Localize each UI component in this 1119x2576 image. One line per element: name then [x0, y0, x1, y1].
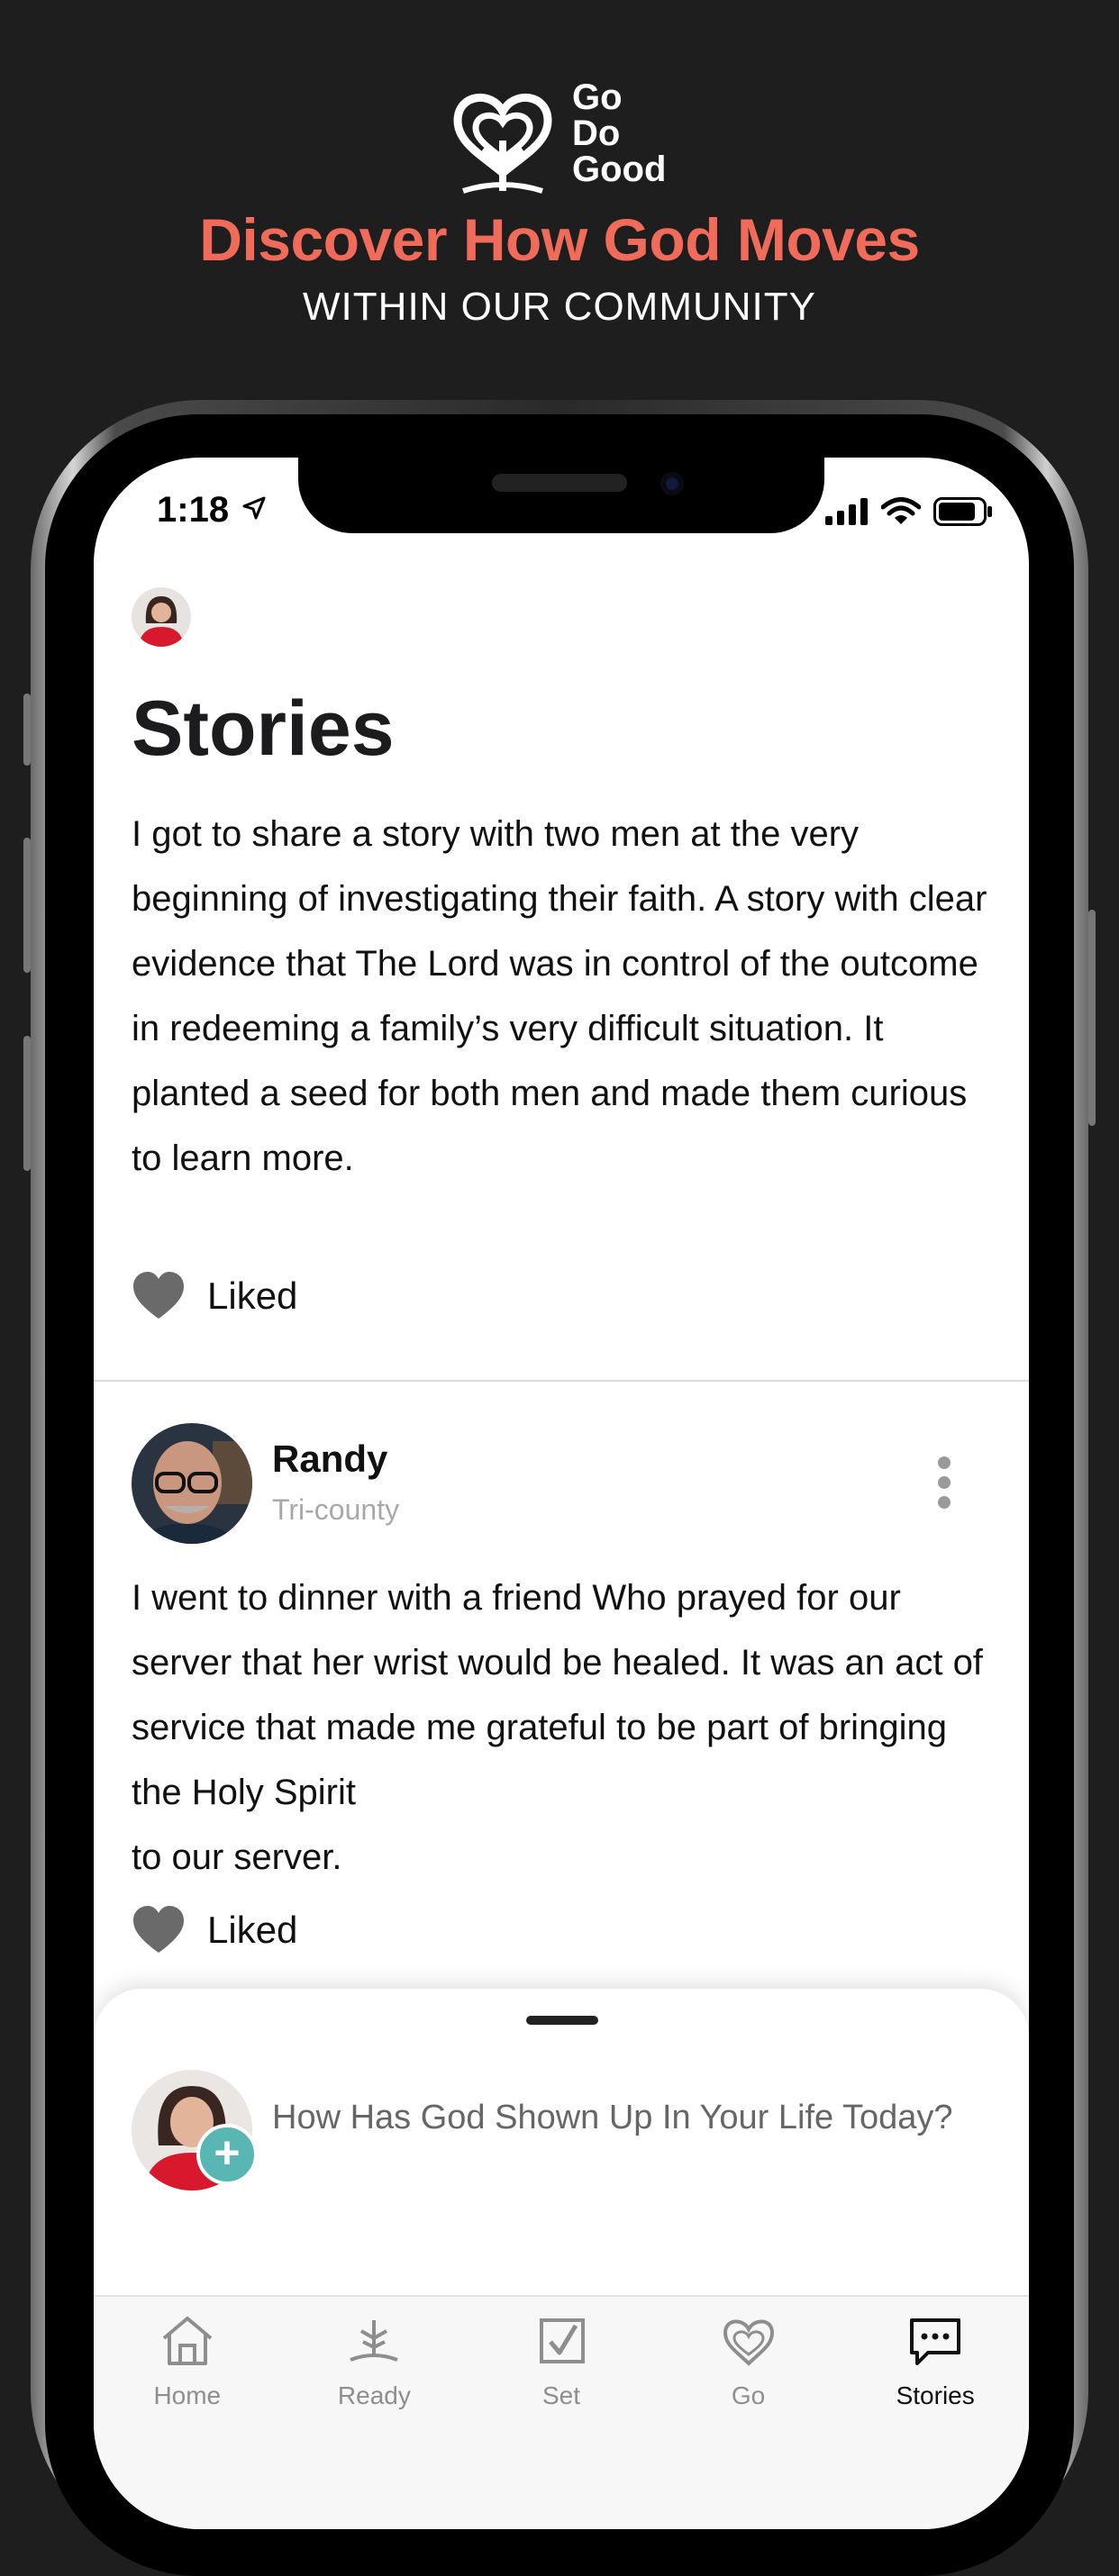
status-time-text: 1:18 [157, 490, 230, 530]
phone-side-button [23, 694, 31, 766]
author-avatar[interactable] [132, 1423, 252, 1544]
user-photo-icon [132, 587, 191, 647]
tab-home-label: Home [153, 2381, 222, 2409]
brand-wordmark: Go Do Good [572, 79, 666, 187]
phone-volume-up [23, 838, 31, 973]
tab-ready-label: Ready [337, 2381, 411, 2409]
notch-speaker [492, 474, 627, 492]
plus-icon: + [214, 2127, 241, 2178]
checkbox-icon [539, 2318, 585, 2363]
new-story-prompt[interactable]: How Has God Shown Up In Your Life Today? [272, 2099, 953, 2137]
user-photo-icon [132, 1423, 252, 1544]
status-icons [825, 497, 993, 526]
notch-camera [660, 472, 684, 495]
tab-ready[interactable]: Ready [281, 2297, 469, 2529]
like-label: Liked [207, 1274, 298, 1317]
location-arrow-icon [242, 496, 266, 520]
tab-set[interactable]: Set [468, 2297, 655, 2529]
story-text: I went to dinner with a friend Who praye… [132, 1578, 983, 1877]
heart-filled-icon [133, 1906, 184, 1953]
tab-bar: Home Ready Set Go Stories [94, 2295, 1029, 2529]
tab-stories[interactable]: Stories [842, 2297, 1029, 2529]
add-story-button[interactable]: + [196, 2124, 258, 2185]
heart-filled-icon [133, 1272, 184, 1319]
sprout-icon [350, 2320, 399, 2362]
phone-power-button [1088, 910, 1096, 1126]
home-icon [162, 2317, 213, 2365]
sheet-grab-handle[interactable] [526, 2016, 598, 2025]
promo-title: Discover How God Moves [199, 206, 920, 273]
brand-word-2: Do [572, 113, 621, 153]
page-title: Stories [132, 685, 395, 772]
tab-home[interactable]: Home [94, 2297, 281, 2529]
status-time: 1:18 [157, 490, 266, 531]
profile-avatar[interactable] [132, 587, 191, 647]
brand-header: Go Do Good [0, 72, 1119, 198]
like-button[interactable]: Liked [132, 1272, 297, 1320]
author-location: Tri-county [272, 1493, 400, 1526]
story-divider [94, 1380, 1029, 1382]
phone-notch [298, 458, 824, 533]
tab-set-label: Set [541, 2381, 580, 2409]
tab-go-label: Go [731, 2381, 766, 2409]
like-label: Liked [207, 1909, 298, 1951]
tab-stories-label: Stories [896, 2381, 975, 2409]
promo-subtitle: WITHIN OUR COMMUNITY [303, 285, 816, 329]
phone-volume-down [23, 1036, 31, 1171]
more-options-icon[interactable] [935, 1456, 953, 1510]
brand-word-3: Good [572, 150, 667, 189]
go-do-good-logo-icon [453, 94, 552, 194]
app-screen: 1:18 Stories I got to share a story with… [94, 458, 1029, 2529]
story-text: I got to share a story with two men at t… [132, 814, 987, 1178]
battery-icon [933, 497, 992, 526]
cellular-signal-icon [825, 498, 868, 525]
chat-bubble-icon [910, 2318, 961, 2365]
heart-icon [723, 2319, 774, 2366]
author-name[interactable]: Randy [272, 1438, 387, 1481]
like-button[interactable]: Liked [132, 1906, 297, 1955]
brand-word-1: Go [572, 77, 623, 117]
tab-go[interactable]: Go [655, 2297, 842, 2529]
wifi-icon [881, 497, 921, 524]
